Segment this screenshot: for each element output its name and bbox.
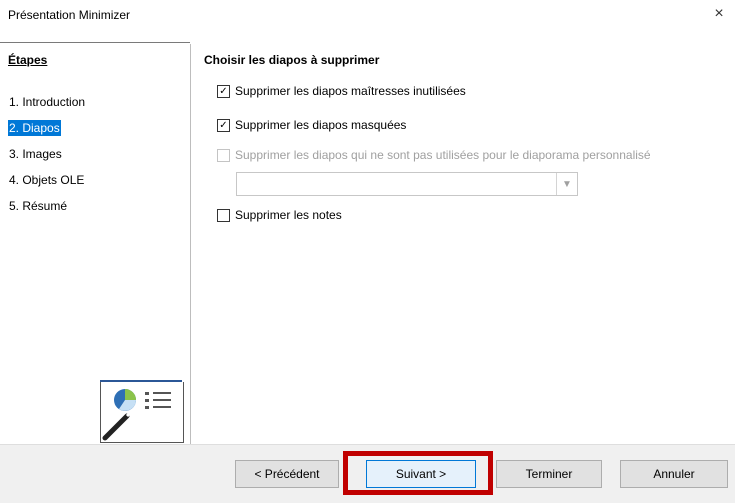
option-notes[interactable]: Supprimer les notes xyxy=(217,206,342,224)
chevron-down-icon: ▼ xyxy=(556,173,577,195)
steps-sidebar: Étapes 1. Introduction 2. Diapos 3. Imag… xyxy=(0,44,191,444)
close-icon[interactable]: × xyxy=(707,4,731,24)
option-label: Supprimer les notes xyxy=(235,208,342,222)
title-bar: Présentation Minimizer × xyxy=(0,0,735,32)
step-objets-ole[interactable]: 4. Objets OLE xyxy=(8,172,85,188)
next-button[interactable]: Suivant > xyxy=(366,460,476,488)
step-resume[interactable]: 5. Résumé xyxy=(8,198,68,214)
step-diapos[interactable]: 2. Diapos xyxy=(8,120,61,136)
checkbox-custom-show xyxy=(217,148,230,162)
option-unused-masters[interactable]: ✓ Supprimer les diapos maîtresses inutil… xyxy=(217,82,466,100)
option-custom-show: Supprimer les diapos qui ne sont pas uti… xyxy=(217,146,651,164)
step-images[interactable]: 3. Images xyxy=(8,146,63,162)
main-panel: Choisir les diapos à supprimer ✓ Supprim… xyxy=(191,44,735,444)
step-introduction[interactable]: 1. Introduction xyxy=(8,94,86,110)
section-title: Choisir les diapos à supprimer xyxy=(204,53,380,67)
window-title: Présentation Minimizer xyxy=(8,8,131,22)
option-label: Supprimer les diapos masquées xyxy=(235,118,407,132)
sidebar-divider xyxy=(0,42,190,43)
option-hidden-slides[interactable]: ✓ Supprimer les diapos masquées xyxy=(217,116,406,134)
custom-show-combobox: ▼ xyxy=(236,172,578,196)
steps-heading: Étapes xyxy=(8,53,48,67)
option-label: Supprimer les diapos qui ne sont pas uti… xyxy=(235,148,651,162)
previous-button[interactable]: < Précédent xyxy=(235,460,339,488)
finish-button[interactable]: Terminer xyxy=(496,460,602,488)
option-label: Supprimer les diapos maîtresses inutilis… xyxy=(235,84,466,98)
minimizer-logo xyxy=(100,382,184,443)
cancel-button[interactable]: Annuler xyxy=(620,460,728,488)
presentation-icon xyxy=(102,389,171,441)
checkbox-unused-masters[interactable]: ✓ xyxy=(217,84,230,98)
checkbox-notes[interactable] xyxy=(217,208,230,222)
checkbox-hidden-slides[interactable]: ✓ xyxy=(217,118,230,132)
